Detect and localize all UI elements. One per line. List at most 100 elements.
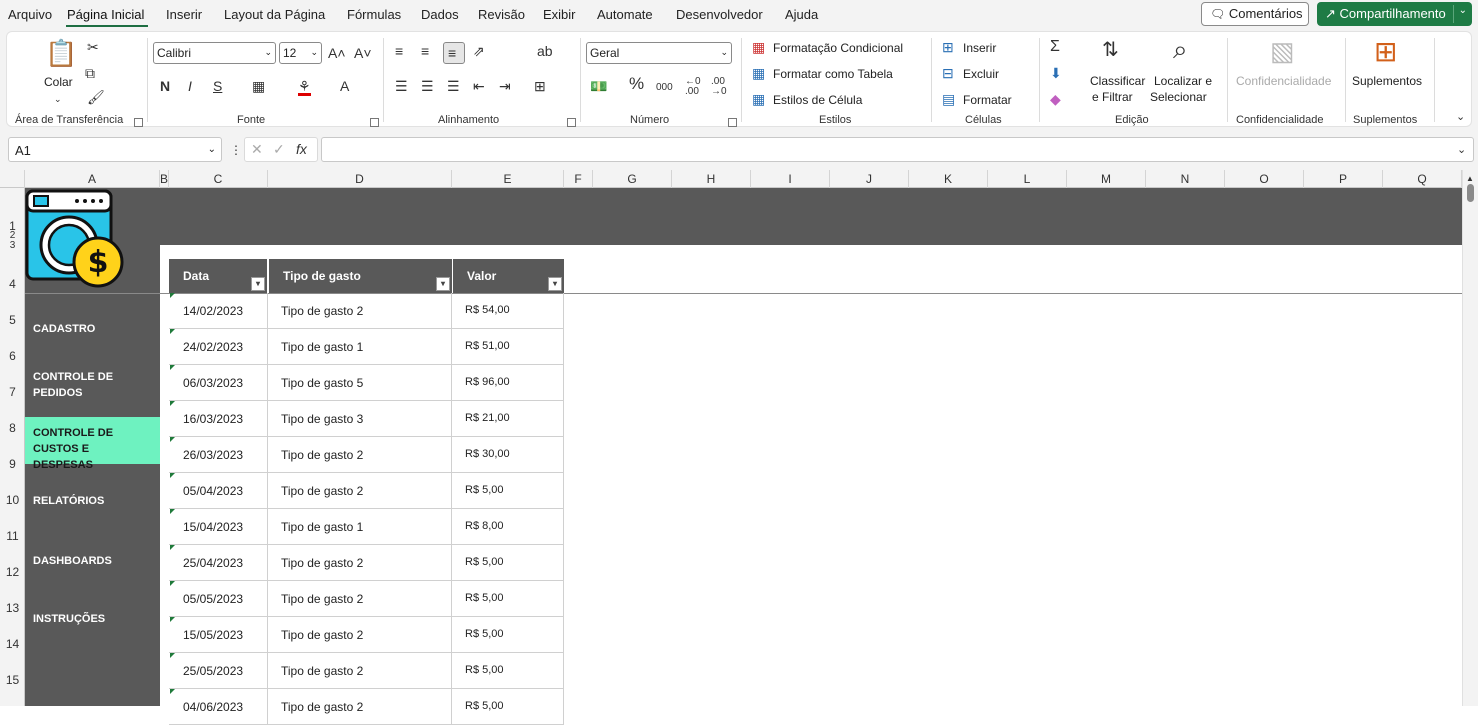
chevron-down-icon[interactable]: ⌄ [1459,5,1467,16]
row-header-13[interactable]: 13 [0,601,25,615]
column-header-b[interactable]: B [160,170,169,188]
column-header-l[interactable]: L [988,170,1067,188]
formula-input[interactable]: ⌄ [321,137,1474,162]
column-header-e[interactable]: E [452,170,564,188]
fill-icon[interactable]: ⬇ [1050,66,1062,80]
tab-automate[interactable]: Automate [597,7,653,22]
column-header-j[interactable]: J [830,170,909,188]
name-box[interactable]: A1 ⌄ [8,137,222,162]
filter-dropdown-icon[interactable]: ▾ [436,277,450,291]
type-cell[interactable]: Tipo de gasto 2 [268,545,452,581]
date-cell[interactable]: 05/04/2023 [169,473,268,509]
worksheet[interactable]: CADASTRO CONTROLE DE PEDIDOS CONTROLE DE… [25,188,1462,725]
row-header-3[interactable]: 3 [0,240,25,251]
column-header-i[interactable]: I [751,170,830,188]
decrease-decimal-icon[interactable]: .00 →0 [711,77,727,97]
dialog-launcher-icon[interactable] [370,118,379,127]
row-header-12[interactable]: 12 [0,565,25,579]
align-bottom-icon[interactable]: ≡ [443,42,465,64]
more-options-icon[interactable]: ⋮ [230,143,242,157]
column-header-h[interactable]: H [672,170,751,188]
align-right-icon[interactable]: ☰ [447,79,460,93]
date-cell[interactable]: 05/05/2023 [169,581,268,617]
wrap-text-icon[interactable]: ab [537,44,553,58]
font-name-select[interactable]: Calibri ⌄ [153,42,276,64]
filter-dropdown-icon[interactable]: ▾ [548,277,562,291]
row-header-4[interactable]: 4 [0,277,25,291]
row-header-15[interactable]: 15 [0,673,25,687]
type-cell[interactable]: Tipo de gasto 1 [268,509,452,545]
tab-inserir[interactable]: Inserir [166,7,202,22]
confirm-icon[interactable]: ✓ [273,142,285,156]
date-cell[interactable]: 15/05/2023 [169,617,268,653]
align-left-icon[interactable]: ☰ [395,79,408,93]
column-header-k[interactable]: K [909,170,988,188]
value-cell[interactable]: R$ 5,00 [452,581,564,617]
sidebar-item-cadastro[interactable]: CADASTRO [25,321,160,337]
borders-icon[interactable]: ▦ [252,79,265,93]
row-header-9[interactable]: 9 [0,457,25,471]
type-cell[interactable]: Tipo de gasto 2 [268,689,452,725]
sidebar-item-controle-custos[interactable]: CONTROLE DE CUSTOS E DESPESAS [25,417,160,471]
select-all-corner[interactable] [0,170,25,188]
value-cell[interactable]: R$ 21,00 [452,401,564,437]
orientation-icon[interactable]: ⇗ [473,44,485,58]
underline-button[interactable]: S [213,79,222,93]
dialog-launcher-icon[interactable] [134,118,143,127]
paste-icon[interactable]: 📋 [45,40,77,66]
column-header-c[interactable]: C [169,170,268,188]
date-cell[interactable]: 25/05/2023 [169,653,268,689]
date-cell[interactable]: 16/03/2023 [169,401,268,437]
row-header-8[interactable]: 8 [0,421,25,435]
row-header-11[interactable]: 11 [0,529,25,543]
column-header-n[interactable]: N [1146,170,1225,188]
value-cell[interactable]: R$ 5,00 [452,653,564,689]
clear-icon[interactable]: ◆ [1050,92,1061,106]
date-cell[interactable]: 25/04/2023 [169,545,268,581]
type-cell[interactable]: Tipo de gasto 2 [268,653,452,689]
accounting-format-icon[interactable]: 💵 [590,79,607,93]
collapse-ribbon-icon[interactable]: ⌄ [1456,110,1465,124]
expand-formula-icon[interactable]: ⌄ [1457,143,1466,157]
date-cell[interactable]: 24/02/2023 [169,329,268,365]
value-cell[interactable]: R$ 8,00 [452,509,564,545]
tab-formulas[interactable]: Fórmulas [347,7,401,22]
column-header-g[interactable]: G [593,170,672,188]
tab-exibir[interactable]: Exibir [543,7,576,22]
cancel-icon[interactable]: ✕ [251,142,263,156]
align-center-icon[interactable]: ☰ [421,79,434,93]
fill-color-icon[interactable]: ⚘ [298,79,311,96]
type-cell[interactable]: Tipo de gasto 2 [268,581,452,617]
decrease-indent-icon[interactable]: ⇤ [473,79,485,93]
sort-filter-button[interactable]: Classificar [1090,74,1145,88]
font-size-select[interactable]: 12 ⌄ [279,42,322,64]
percent-icon[interactable]: % [629,75,644,92]
align-top-icon[interactable]: ≡ [395,44,403,58]
type-cell[interactable]: Tipo de gasto 2 [268,617,452,653]
chevron-down-icon[interactable]: ⌄ [54,92,62,106]
value-cell[interactable]: R$ 5,00 [452,545,564,581]
row-header-6[interactable]: 6 [0,349,25,363]
date-cell[interactable]: 04/06/2023 [169,689,268,725]
value-cell[interactable]: R$ 5,00 [452,473,564,509]
sidebar-item-dashboards[interactable]: DASHBOARDS [25,553,160,569]
tab-pagina-inicial[interactable]: Página Inicial [67,7,144,22]
row-header-5[interactable]: 5 [0,313,25,327]
comma-style-icon[interactable]: 000 [656,81,673,95]
tab-revisao[interactable]: Revisão [478,7,525,22]
value-cell[interactable]: R$ 5,00 [452,617,564,653]
format-cells-button[interactable]: Formatar [963,93,1012,107]
increase-indent-icon[interactable]: ⇥ [499,79,511,93]
insert-cells-button[interactable]: Inserir [963,41,996,55]
italic-button[interactable]: I [188,79,192,93]
filter-dropdown-icon[interactable]: ▾ [251,277,265,291]
date-cell[interactable]: 14/02/2023 [169,293,268,329]
paste-button[interactable]: Colar [44,75,73,89]
date-cell[interactable]: 15/04/2023 [169,509,268,545]
column-header-p[interactable]: P [1304,170,1383,188]
share-button[interactable]: ↗ Compartilhamento ⌄ [1317,2,1472,26]
font-color-icon[interactable]: A [340,79,349,93]
shrink-font-icon[interactable]: A˅ [354,46,372,60]
cell-styles-button[interactable]: Estilos de Célula [773,93,862,107]
column-header-q[interactable]: Q [1383,170,1462,188]
